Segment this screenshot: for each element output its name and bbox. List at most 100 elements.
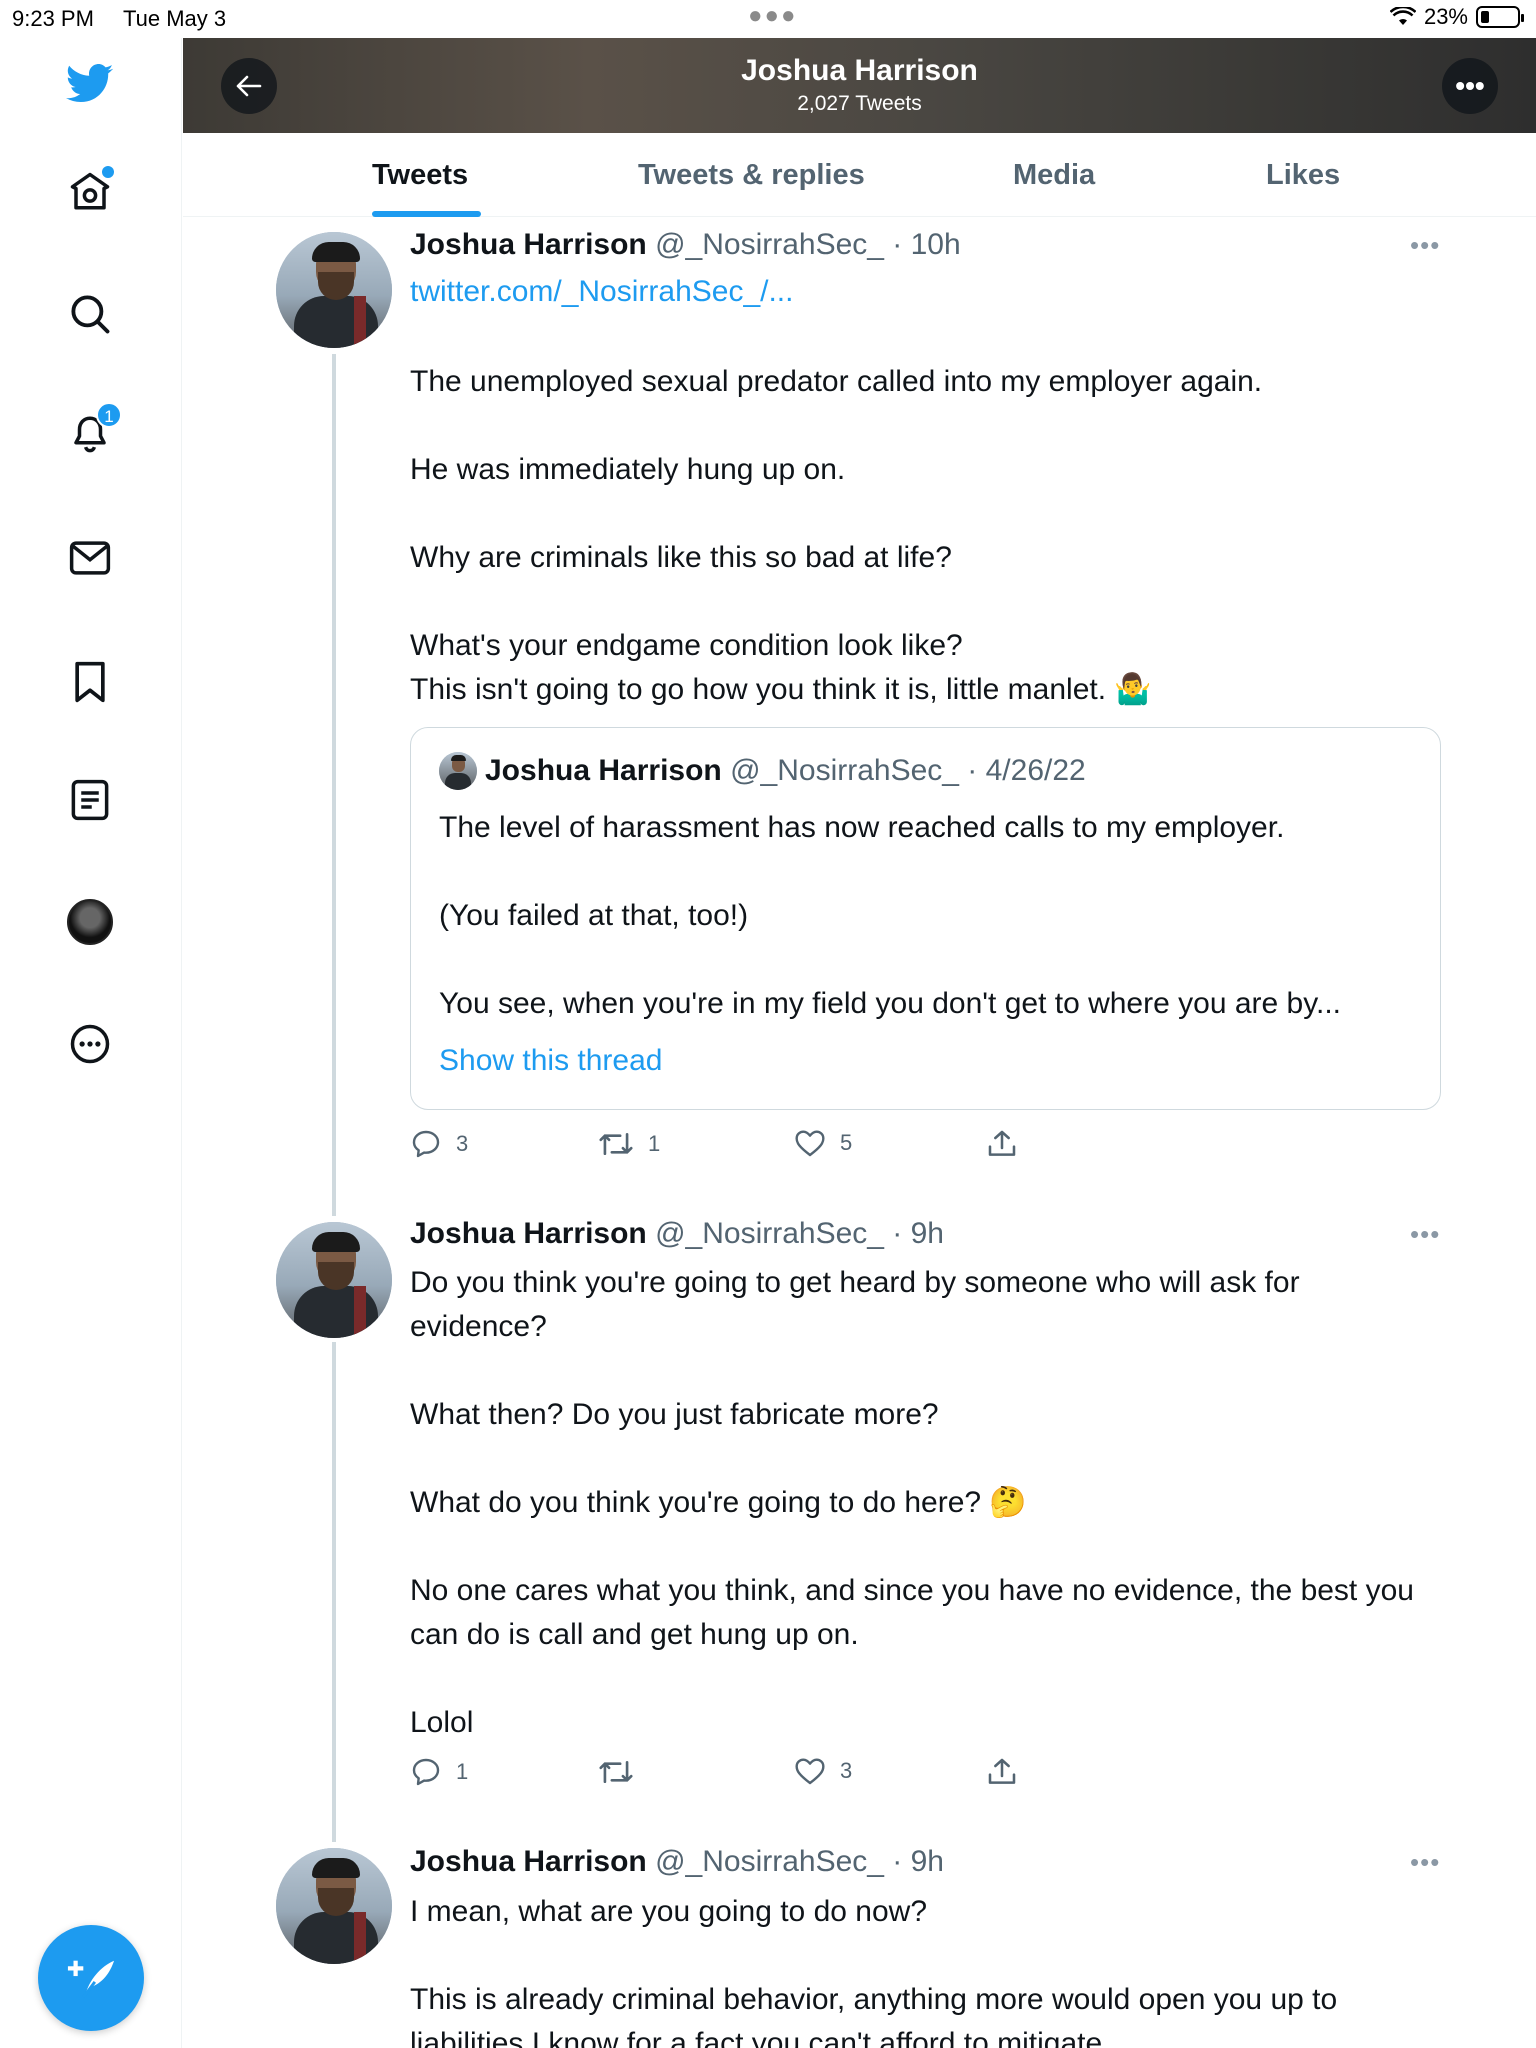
tweet-actions: 3 1 5 xyxy=(410,1128,1050,1168)
tweet-line: Do you think you're going to get heard b… xyxy=(410,1266,1300,1343)
tab-tweets[interactable]: Tweets xyxy=(372,133,468,217)
retweet-button[interactable] xyxy=(598,1756,648,1788)
tweet-header: Joshua Harrison @_NosirrahSec_ · 10h xyxy=(410,228,961,262)
tweet-line: What then? Do you just fabricate more? xyxy=(410,1398,939,1431)
profile-header: Joshua Harrison 2,027 Tweets ••• xyxy=(183,38,1536,133)
like-count: 3 xyxy=(840,1758,853,1783)
tweet-link[interactable]: twitter.com/_NosirrahSec_/... xyxy=(410,275,793,309)
quoted-tweet-text: The level of harassment has now reached … xyxy=(439,806,1419,1026)
home-new-dot xyxy=(102,166,114,178)
share-icon xyxy=(988,1130,1016,1156)
tweet-header: Joshua Harrison @_NosirrahSec_ · 9h xyxy=(410,1845,944,1879)
tweet-author-name[interactable]: Joshua Harrison xyxy=(410,1845,647,1878)
more-options-icon[interactable] xyxy=(66,1020,114,1068)
profile-tabs: Tweets Tweets & replies Media Likes xyxy=(183,133,1536,217)
active-tab-indicator xyxy=(372,211,481,217)
heart-icon xyxy=(795,1130,825,1157)
tweet-line: Lolol xyxy=(410,1706,474,1739)
tweet-line: This is already criminal behavior, anyth… xyxy=(410,1983,1338,2048)
avatar xyxy=(67,899,113,945)
search-icon[interactable] xyxy=(66,290,114,338)
tweet-line: The unemployed sexual predator called in… xyxy=(410,365,1263,398)
tweet-line: I mean, what are you going to do now? xyxy=(410,1895,928,1928)
twitter-bird-icon[interactable] xyxy=(66,60,114,108)
profile-avatar-button[interactable] xyxy=(66,898,114,946)
share-button[interactable] xyxy=(986,1756,1018,1788)
quoted-line: The level of harassment has now reached … xyxy=(439,811,1285,844)
tweet-text: The unemployed sexual predator called in… xyxy=(410,360,1440,712)
tweet-text: I mean, what are you going to do now? Th… xyxy=(410,1890,1440,2048)
tweet-author-name[interactable]: Joshua Harrison xyxy=(410,1217,647,1250)
like-button[interactable]: 3 xyxy=(794,1756,852,1786)
quoted-line: You see, when you're in my field you don… xyxy=(439,987,1341,1020)
tweet-author-name[interactable]: Joshua Harrison xyxy=(410,228,647,261)
retweet-icon xyxy=(599,1132,633,1156)
heart-icon xyxy=(795,1758,825,1785)
retweet-button[interactable]: 1 xyxy=(598,1128,660,1160)
status-right: 23% xyxy=(1389,4,1524,30)
retweet-icon xyxy=(599,1760,633,1784)
like-button[interactable]: 5 xyxy=(794,1128,852,1158)
tweet-actions: 1 3 xyxy=(410,1756,1050,1796)
tweet-author-avatar[interactable] xyxy=(276,1848,392,1964)
tweet-handle-time[interactable]: @_NosirrahSec_ · 9h xyxy=(655,1845,944,1878)
compose-tweet-button[interactable] xyxy=(38,1925,144,2031)
tweet-handle-time[interactable]: @_NosirrahSec_ · 10h xyxy=(655,228,961,261)
quoted-tweet-header: Joshua Harrison @_NosirrahSec_ · 4/26/22 xyxy=(439,752,1086,790)
reply-count: 1 xyxy=(456,1759,469,1784)
tweet-line: He was immediately hung up on. xyxy=(410,453,846,486)
tweet-author-avatar[interactable] xyxy=(276,232,392,348)
tab-likes[interactable]: Likes xyxy=(1266,133,1340,217)
tweet-line: What do you think you're going to do her… xyxy=(410,1486,1027,1519)
like-count: 5 xyxy=(840,1130,853,1155)
messages-envelope-icon[interactable] xyxy=(66,534,114,582)
status-date: Tue May 3 xyxy=(123,6,227,31)
tweet-header: Joshua Harrison @_NosirrahSec_ · 9h xyxy=(410,1217,944,1251)
share-icon xyxy=(988,1758,1016,1784)
tweet-line: What's your endgame condition look like? xyxy=(410,629,963,662)
reply-button[interactable]: 1 xyxy=(410,1756,468,1788)
notifications-bell-icon[interactable]: 1 xyxy=(66,402,122,458)
lists-icon[interactable] xyxy=(66,776,114,824)
tweet-more-icon[interactable]: ••• xyxy=(1410,1847,1440,1878)
reply-count: 3 xyxy=(456,1131,469,1156)
tweet-text: Do you think you're going to get heard b… xyxy=(410,1261,1440,1745)
tweet-handle-time[interactable]: @_NosirrahSec_ · 9h xyxy=(655,1217,944,1250)
tweet-count: 2,027 Tweets xyxy=(797,92,922,115)
share-button[interactable] xyxy=(986,1128,1018,1160)
multitasking-dots-icon[interactable]: ●●● xyxy=(748,2,798,30)
quoted-line: (You failed at that, too!) xyxy=(439,899,749,932)
thread-connector-line xyxy=(332,1342,336,1842)
status-time: 9:23 PM xyxy=(12,6,94,31)
thread-connector-line xyxy=(332,354,336,1216)
status-bar: 9:23 PM Tue May 3 ●●● 23% xyxy=(0,0,1536,38)
notifications-badge: 1 xyxy=(96,402,122,428)
tweet-more-icon[interactable]: ••• xyxy=(1410,1219,1440,1250)
reply-button[interactable]: 3 xyxy=(410,1128,468,1160)
quoted-author-name: Joshua Harrison xyxy=(485,754,722,787)
sidebar-nav: 1 xyxy=(0,38,182,2048)
tweet-more-icon[interactable]: ••• xyxy=(1410,230,1440,261)
battery-percent: 23% xyxy=(1423,4,1468,29)
tweet-line: This isn't going to go how you think it … xyxy=(410,673,1152,706)
retweet-count: 1 xyxy=(648,1131,661,1156)
wifi-icon xyxy=(1389,7,1416,25)
tab-media[interactable]: Media xyxy=(1013,133,1095,217)
ellipsis-icon: ••• xyxy=(1455,70,1485,101)
battery-icon xyxy=(1476,6,1524,28)
tweet-author-avatar[interactable] xyxy=(276,1222,392,1338)
quoted-author-avatar xyxy=(439,752,477,790)
bookmarks-icon[interactable] xyxy=(66,658,114,706)
quoted-tweet[interactable]: Joshua Harrison @_NosirrahSec_ · 4/26/22… xyxy=(410,727,1441,1110)
show-thread-link[interactable]: Show this thread xyxy=(439,1044,662,1078)
profile-name: Joshua Harrison xyxy=(741,54,978,87)
tab-tweets-and-replies[interactable]: Tweets & replies xyxy=(638,133,865,217)
compose-feather-icon xyxy=(67,1960,115,1999)
reply-icon xyxy=(412,1130,440,1158)
header-more-button[interactable]: ••• xyxy=(1442,58,1498,114)
reply-icon xyxy=(412,1758,440,1786)
tweet-line: No one cares what you think, and since y… xyxy=(410,1574,1414,1651)
home-icon[interactable] xyxy=(66,166,114,216)
tweet-line: Why are criminals like this so bad at li… xyxy=(410,541,952,574)
quoted-handle-time: @_NosirrahSec_ · 4/26/22 xyxy=(730,754,1086,787)
